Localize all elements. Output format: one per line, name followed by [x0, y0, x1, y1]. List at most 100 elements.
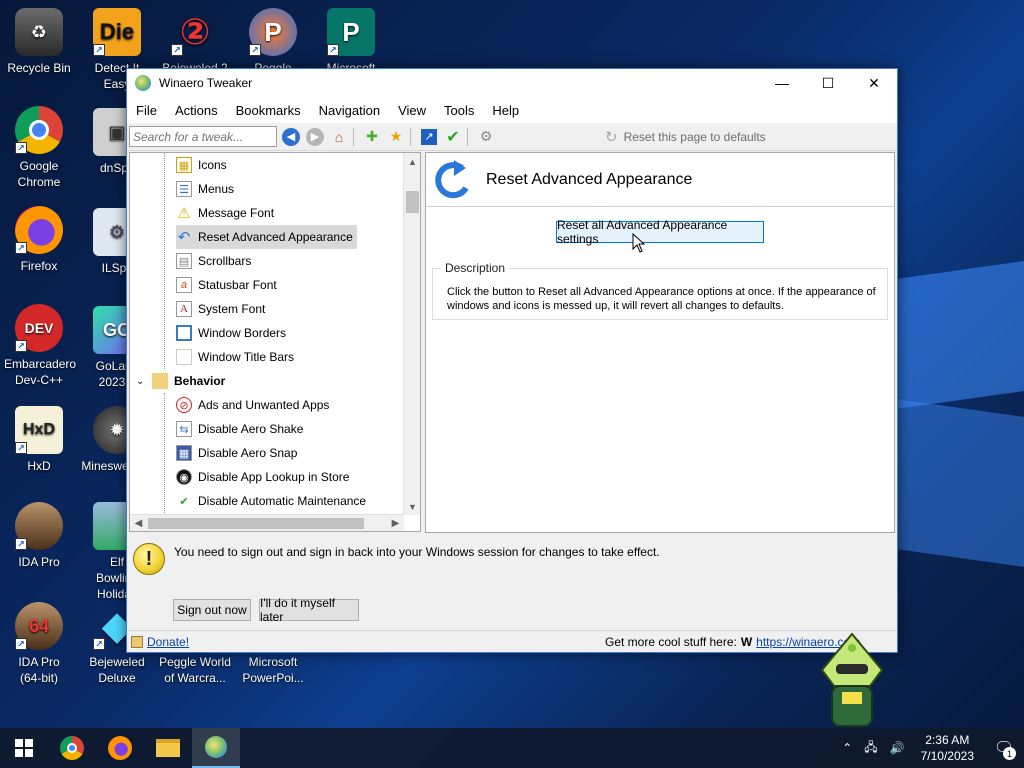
scroll-left-arrow-icon[interactable]: ◀: [130, 515, 147, 531]
wallpaper-light-lower: [896, 399, 1024, 567]
desktop-icon-bejeweled-2[interactable]: ②↗ Bejeweled 2: [156, 8, 234, 76]
desktop-icon-label: IDA Pro: [18, 555, 60, 569]
maintenance-icon: ✔: [176, 493, 192, 509]
chevron-up-icon[interactable]: ⌃: [842, 741, 852, 755]
scroll-up-arrow-icon[interactable]: ▲: [404, 153, 420, 170]
menu-actions[interactable]: Actions: [166, 103, 227, 118]
scroll-thumb[interactable]: [148, 518, 364, 529]
apply-button[interactable]: ✔: [443, 127, 463, 147]
toolbar-separator: [353, 127, 354, 146]
description-legend: Description: [441, 261, 510, 275]
scroll-thumb[interactable]: [406, 191, 419, 213]
tree-item-window-title-bars[interactable]: Window Title Bars: [176, 345, 294, 369]
donate-icon: [131, 636, 143, 648]
window-titlebar[interactable]: Winaero Tweaker — ☐ ✕: [127, 69, 897, 97]
tree-item-reset-advanced-appearance[interactable]: ↶ Reset Advanced Appearance: [176, 225, 357, 249]
aero-snap-icon: ▦: [176, 445, 192, 461]
donate-link[interactable]: Donate!: [147, 635, 189, 649]
sign-out-button[interactable]: Sign out now: [173, 599, 251, 621]
description-group: Description Click the button to Reset al…: [432, 261, 888, 320]
tree-item-statusbar-font[interactable]: a Statusbar Font: [176, 273, 277, 297]
desktop-icon-microsoft[interactable]: P↗ Microsoft: [312, 8, 390, 76]
back-button[interactable]: ◀: [281, 127, 301, 147]
menu-navigation[interactable]: Navigation: [310, 103, 389, 118]
scroll-down-arrow-icon[interactable]: ▼: [404, 498, 420, 515]
page-title: Reset Advanced Appearance: [486, 170, 693, 188]
tree-vertical-scrollbar[interactable]: ▲ ▼: [403, 153, 420, 515]
taskbar-winaero-tweaker[interactable]: [192, 728, 240, 768]
taskbar-chrome[interactable]: [48, 728, 96, 768]
shortcut-button[interactable]: ↗: [419, 127, 439, 147]
tree-horizontal-scrollbar[interactable]: ◀ ▶: [130, 514, 404, 531]
clock-date: 7/10/2023: [920, 749, 974, 763]
home-button[interactable]: ⌂: [329, 127, 349, 147]
peggle-icon: P ↗: [249, 8, 297, 56]
desktop-icon-devcpp[interactable]: DEV ↗ Embarcadero Dev-C++: [0, 304, 78, 388]
reset-all-appearance-button[interactable]: Reset all Advanced Appearance settings: [556, 218, 764, 246]
desktop-icon-ida-pro[interactable]: ↗ IDA Pro: [0, 502, 78, 570]
desktop-icon-ida-pro-64[interactable]: 64 ↗ IDA Pro (64-bit): [0, 602, 78, 686]
menu-file[interactable]: File: [127, 103, 166, 118]
menu-tools[interactable]: Tools: [435, 103, 483, 118]
tree-item-system-font[interactable]: A System Font: [176, 297, 265, 321]
microsoft-publisher-icon: P ↗: [327, 8, 375, 56]
volume-icon[interactable]: 🔊: [890, 741, 905, 755]
add-bookmark-button[interactable]: ✚: [362, 127, 382, 147]
tree-item-disable-aero-shake[interactable]: ⇆ Disable Aero Shake: [176, 417, 303, 441]
reset-arrow-icon: [435, 159, 469, 198]
reset-arrow-icon: ↻: [605, 129, 618, 146]
hxd-icon: HxD ↗: [15, 406, 63, 454]
clock[interactable]: 2:36 AM 7/10/2023: [921, 732, 974, 764]
tree-item-scrollbars[interactable]: ▤ Scrollbars: [176, 249, 251, 273]
tree-item-icons[interactable]: ▦ Icons: [176, 153, 227, 177]
desktop-icon-label: Microsoft PowerPoi...: [242, 655, 304, 685]
desktop-icon-chrome[interactable]: ↗ Google Chrome: [0, 106, 78, 190]
desktop-icon-firefox[interactable]: ↗ Firefox: [0, 206, 78, 274]
chrome-icon: [60, 736, 84, 760]
tree-item-disable-app-lookup[interactable]: ◉ Disable App Lookup in Store: [176, 465, 349, 489]
warning-icon: !: [133, 543, 165, 575]
tree-item-label: Disable Aero Snap: [198, 446, 298, 460]
bookmarks-button[interactable]: ★: [386, 127, 406, 147]
forward-button[interactable]: ▶: [305, 127, 325, 147]
scroll-right-arrow-icon[interactable]: ▶: [387, 515, 404, 531]
desktop-icon-hxd[interactable]: HxD ↗ HxD: [0, 406, 78, 474]
do-it-later-button[interactable]: I'll do it myself later: [259, 596, 359, 624]
taskbar-firefox[interactable]: [96, 728, 144, 768]
start-button[interactable]: [0, 728, 48, 768]
description-text: Click the button to Reset all Advanced A…: [447, 286, 876, 312]
tree-item-disable-auto-maintenance[interactable]: ✔ Disable Automatic Maintenance: [176, 489, 366, 513]
notification-center-button[interactable]: 🗨 1: [984, 728, 1024, 768]
tree-item-ads-unwanted-apps[interactable]: ⊘ Ads and Unwanted Apps: [176, 393, 329, 417]
firefox-icon: ↗: [15, 206, 63, 254]
winaero-w-icon: W: [740, 635, 753, 649]
tree-group-behavior[interactable]: ⌄ Behavior: [136, 369, 225, 393]
desktop-icon-peggle[interactable]: P↗ Peggle: [234, 8, 312, 76]
peridot-mascot-image: [820, 632, 884, 727]
tree-item-window-borders[interactable]: Window Borders: [176, 321, 286, 345]
maximize-button[interactable]: ☐: [805, 69, 851, 97]
tree-group-label: Behavior: [174, 374, 226, 388]
menu-bookmarks[interactable]: Bookmarks: [227, 103, 310, 118]
desktop-icon-label: Bejeweled Deluxe: [89, 655, 145, 685]
tree-item-disable-aero-snap[interactable]: ▦ Disable Aero Snap: [176, 441, 297, 465]
aero-shake-icon: ⇆: [176, 421, 192, 437]
reset-page-defaults-button[interactable]: ↻ Reset this page to defaults: [605, 128, 766, 146]
tree-item-menus[interactable]: ☰ Menus: [176, 177, 234, 201]
settings-button[interactable]: ⚙: [476, 127, 496, 147]
home-icon: ⌂: [334, 128, 344, 145]
winaero-app-icon: [135, 75, 151, 91]
menu-help[interactable]: Help: [483, 103, 528, 118]
status-bar: Donate! Get more cool stuff here: W http…: [127, 630, 897, 652]
desktop-icon-recycle-bin[interactable]: ♻ Recycle Bin: [0, 8, 78, 76]
network-icon[interactable]: 🖧: [864, 738, 877, 759]
tweak-tree[interactable]: ▦ Icons ☰ Menus ⚠ Message Font ↶ Reset A…: [129, 152, 421, 532]
close-button[interactable]: ✕: [851, 69, 897, 97]
minimize-button[interactable]: —: [759, 69, 805, 97]
search-input[interactable]: [129, 126, 277, 147]
notice-text: You need to sign out and sign in back in…: [174, 545, 660, 559]
tree-item-message-font[interactable]: ⚠ Message Font: [176, 201, 274, 225]
taskbar-file-explorer[interactable]: [144, 728, 192, 768]
menu-view[interactable]: View: [389, 103, 435, 118]
warning-icon: ⚠: [176, 205, 192, 222]
